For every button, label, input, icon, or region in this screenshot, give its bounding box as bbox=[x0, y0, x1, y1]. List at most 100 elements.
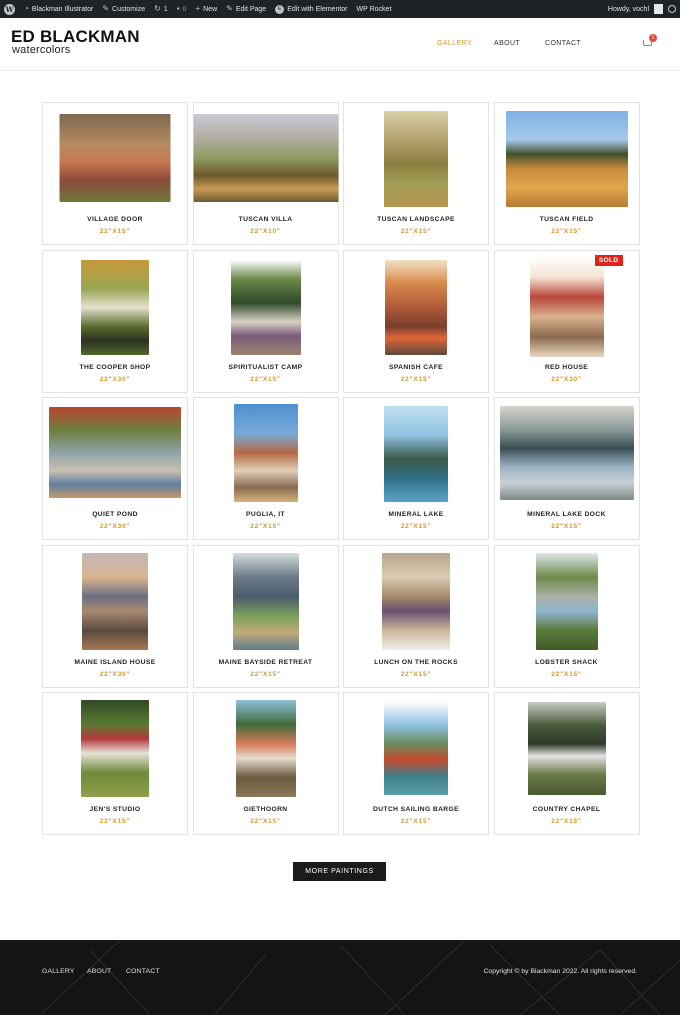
painting-image[interactable] bbox=[499, 406, 634, 500]
painting-image[interactable] bbox=[529, 256, 604, 357]
painting-size: 22"X15" bbox=[250, 670, 281, 678]
customize-link[interactable]: ✎ Customize bbox=[102, 5, 145, 13]
painting-image[interactable] bbox=[233, 404, 298, 502]
painting-size: 22"X30" bbox=[99, 523, 131, 530]
painting-card[interactable]: VILLAGE DOOR 22"X15" bbox=[42, 102, 188, 245]
site-name-menu[interactable]: ◔ Blackman Illustrator bbox=[24, 5, 93, 13]
painting-image[interactable] bbox=[49, 407, 181, 498]
painting-title: LOBSTER SHACK bbox=[535, 658, 598, 666]
nav-gallery[interactable]: GALLERY bbox=[437, 40, 472, 47]
painting-card[interactable]: THE COOPER SHOP 22"X30" bbox=[42, 249, 188, 393]
footer-nav-contact[interactable]: CONTACT bbox=[126, 968, 160, 975]
painting-size: 22"X15" bbox=[400, 523, 432, 530]
painting-title: LUNCH ON THE ROCKS bbox=[374, 658, 458, 666]
sold-badge: SOLD bbox=[594, 254, 623, 266]
comments-link[interactable]: ▪ 0 bbox=[177, 5, 187, 13]
painting-size: 22"X15" bbox=[99, 818, 131, 825]
painting-size: 22"X15" bbox=[400, 228, 432, 235]
nav-contact[interactable]: CONTACT bbox=[545, 40, 581, 47]
painting-card[interactable]: MAINE BAYSIDE RETREAT 22"X15" bbox=[192, 544, 339, 688]
painting-card[interactable]: TUSCAN FIELD 22"X15" bbox=[493, 102, 640, 245]
painting-title: GIETHOORN bbox=[243, 806, 288, 813]
site-logo[interactable]: ED BLACKMAN watercolors bbox=[11, 28, 140, 56]
painting-card[interactable]: DUTCH SAILING BARGE 22"X15" bbox=[343, 692, 489, 835]
site-header: ED BLACKMAN watercolors GALLERY ABOUT CO… bbox=[0, 18, 680, 71]
painting-title: JEN'S STUDIO bbox=[89, 806, 141, 813]
painting-title: SPIRITUALIST CAMP bbox=[228, 363, 303, 371]
painting-image[interactable] bbox=[193, 114, 338, 202]
painting-size: 22"X15" bbox=[551, 670, 582, 678]
painting-size: 22"X30" bbox=[99, 375, 131, 383]
more-paintings-button[interactable]: MORE PAINTINGS bbox=[293, 862, 386, 881]
refresh-icon: ↻ bbox=[154, 4, 161, 13]
painting-card[interactable]: SPIRITUALIST CAMP 22"X15" bbox=[192, 249, 339, 393]
painting-card[interactable]: JEN'S STUDIO 22"X15" bbox=[42, 692, 188, 835]
painting-card[interactable]: SPANISH CAFE 22"X15" bbox=[343, 249, 489, 393]
painting-image[interactable] bbox=[535, 552, 598, 650]
search-icon[interactable] bbox=[668, 5, 676, 13]
painting-card[interactable]: TUSCAN LANDSCAPE 22"X15" bbox=[343, 102, 489, 245]
painting-image[interactable] bbox=[59, 114, 171, 202]
wordpress-icon: W bbox=[4, 3, 15, 15]
painting-image[interactable] bbox=[505, 111, 628, 207]
painting-image[interactable] bbox=[384, 702, 448, 795]
painting-size: 22"X15" bbox=[551, 228, 582, 235]
painting-size: 22"X30" bbox=[99, 670, 131, 678]
cart-button[interactable]: 1 bbox=[642, 34, 657, 48]
painting-image[interactable] bbox=[527, 702, 606, 795]
painting-card[interactable]: QUIET POND 22"X30" bbox=[42, 397, 188, 540]
painting-image[interactable] bbox=[82, 552, 148, 650]
avatar[interactable] bbox=[654, 4, 663, 14]
wp-admin-bar: W ◔ Blackman Illustrator ✎ Customize ↻ 1 ▪ 0… bbox=[0, 0, 680, 18]
elementor-icon: E bbox=[275, 4, 285, 14]
painting-size: 22"X15" bbox=[551, 818, 582, 825]
painting-title: COUNTRY CHAPEL bbox=[532, 806, 601, 813]
painting-card[interactable]: TUSCAN VILLA 22"X10" bbox=[192, 102, 339, 245]
painting-title: THE COOPER SHOP bbox=[79, 363, 151, 371]
painting-card[interactable]: SOLD RED HOUSE 22"X30" bbox=[493, 249, 640, 393]
nav-about[interactable]: ABOUT bbox=[494, 40, 520, 47]
painting-image[interactable] bbox=[384, 111, 448, 207]
painting-card[interactable]: PUGLIA, IT 22"X15" bbox=[192, 397, 339, 540]
wp-logo-menu[interactable]: W bbox=[4, 3, 15, 15]
painting-card[interactable]: MAINE ISLAND HOUSE 22"X30" bbox=[42, 544, 188, 688]
painting-title: SPANISH CAFE bbox=[388, 363, 444, 371]
comment-icon: ▪ bbox=[176, 4, 180, 13]
painting-image[interactable] bbox=[385, 259, 447, 355]
painting-image[interactable] bbox=[382, 552, 450, 650]
painting-card[interactable]: LUNCH ON THE ROCKS 22"X15" bbox=[343, 544, 489, 688]
painting-title: TUSCAN FIELD bbox=[539, 216, 594, 223]
painting-card[interactable]: GIETHOORN 22"X15" bbox=[192, 692, 339, 835]
painting-card[interactable]: MINERAL LAKE DOCK 22"X15" bbox=[493, 397, 640, 540]
painting-image[interactable] bbox=[235, 700, 296, 797]
footer-nav-gallery[interactable]: GALLERY bbox=[42, 968, 75, 975]
painting-image[interactable] bbox=[230, 259, 301, 355]
painting-image[interactable] bbox=[384, 406, 448, 502]
howdy-account-menu[interactable]: Howdy, vochl bbox=[608, 6, 649, 13]
painting-card[interactable]: COUNTRY CHAPEL 22"X15" bbox=[493, 692, 640, 835]
footer-decoration bbox=[39, 940, 680, 1015]
painting-title: RED HOUSE bbox=[544, 363, 589, 371]
painting-title: PUGLIA, IT bbox=[246, 511, 285, 518]
painting-size: 22"X15" bbox=[250, 818, 281, 825]
footer-nav-about[interactable]: ABOUT bbox=[87, 968, 111, 975]
painting-size: 22"X15" bbox=[400, 670, 432, 678]
painting-card[interactable]: MINERAL LAKE 22"X15" bbox=[343, 397, 489, 540]
painting-image[interactable] bbox=[81, 700, 149, 797]
painting-size: 22"X15" bbox=[99, 228, 131, 235]
painting-title: MINERAL LAKE bbox=[388, 511, 444, 518]
brush-icon: ✎ bbox=[102, 4, 110, 13]
painting-image[interactable] bbox=[81, 259, 149, 355]
painting-title: MAINE ISLAND HOUSE bbox=[74, 658, 156, 666]
updates-link[interactable]: ↻ 1 bbox=[154, 5, 168, 13]
painting-image[interactable] bbox=[232, 552, 299, 650]
painting-card[interactable]: LOBSTER SHACK 22"X15" bbox=[493, 544, 640, 688]
painting-title: MINERAL LAKE DOCK bbox=[527, 511, 606, 518]
new-content-menu[interactable]: + New bbox=[195, 5, 217, 13]
edit-page-link[interactable]: ✎ Edit Page bbox=[226, 5, 266, 13]
elementor-link[interactable]: E Edit with Elementor bbox=[275, 4, 348, 14]
copyright-text: Copyright © by Blackman 2022. All rights… bbox=[483, 968, 637, 975]
wp-rocket-menu[interactable]: WP Rocket bbox=[357, 6, 392, 13]
logo-name: ED BLACKMAN bbox=[11, 27, 140, 46]
painting-title: MAINE BAYSIDE RETREAT bbox=[218, 658, 313, 666]
